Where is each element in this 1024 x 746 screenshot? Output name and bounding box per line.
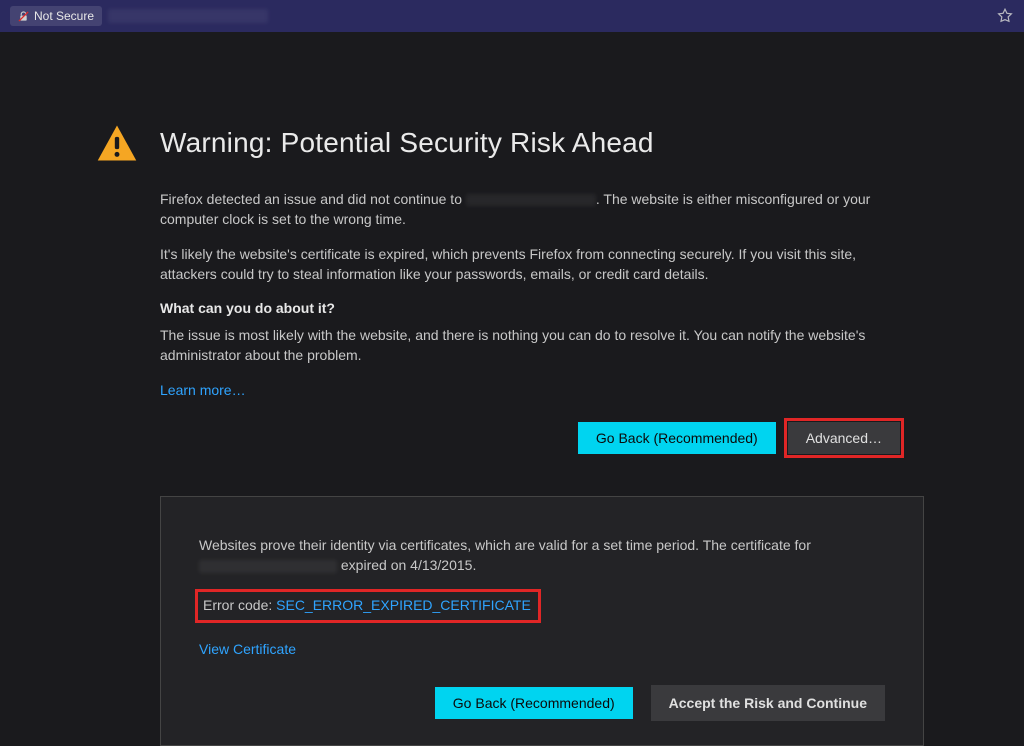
domain-redacted — [466, 194, 596, 206]
panel-text-after: expired on 4/13/2015. — [337, 557, 476, 573]
accept-risk-button[interactable]: Accept the Risk and Continue — [651, 685, 885, 721]
lock-strikethrough-icon — [18, 11, 29, 22]
warning-triangle-icon — [96, 122, 138, 164]
button-row: Go Back (Recommended) Advanced… — [160, 422, 900, 454]
learn-more-link[interactable]: Learn more… — [160, 382, 246, 398]
page-title: Warning: Potential Security Risk Ahead — [160, 127, 654, 159]
error-code-highlight: Error code: SEC_ERROR_EXPIRED_CERTIFICAT… — [199, 593, 537, 619]
url-redacted[interactable] — [108, 9, 268, 23]
paragraph-2: It's likely the website's certificate is… — [160, 245, 900, 284]
para1-before: Firefox detected an issue and did not co… — [160, 191, 466, 207]
address-bar: Not Secure — [0, 0, 1024, 32]
panel-go-back-button[interactable]: Go Back (Recommended) — [435, 687, 633, 719]
error-code-line: Error code: SEC_ERROR_EXPIRED_CERTIFICAT… — [203, 595, 531, 615]
not-secure-badge[interactable]: Not Secure — [10, 6, 102, 26]
paragraph-3: The issue is most likely with the websit… — [160, 326, 900, 365]
panel-domain-redacted — [199, 560, 337, 573]
error-page-content: Warning: Potential Security Risk Ahead F… — [0, 32, 1024, 746]
body-text: Firefox detected an issue and did not co… — [160, 190, 900, 454]
error-code-link[interactable]: SEC_ERROR_EXPIRED_CERTIFICATE — [276, 597, 531, 613]
address-bar-left: Not Secure — [10, 6, 268, 26]
go-back-button[interactable]: Go Back (Recommended) — [578, 422, 776, 454]
panel-text-before: Websites prove their identity via certif… — [199, 537, 811, 553]
subhead: What can you do about it? — [160, 300, 900, 316]
advanced-panel: Websites prove their identity via certif… — [160, 496, 924, 746]
panel-paragraph: Websites prove their identity via certif… — [199, 535, 885, 576]
not-secure-text: Not Secure — [34, 9, 94, 23]
panel-button-row: Go Back (Recommended) Accept the Risk an… — [199, 685, 885, 721]
bookmark-star-icon[interactable] — [996, 7, 1014, 25]
header-row: Warning: Potential Security Risk Ahead — [96, 122, 928, 164]
view-certificate-link[interactable]: View Certificate — [199, 641, 296, 657]
error-code-label: Error code: — [203, 597, 276, 613]
paragraph-1: Firefox detected an issue and did not co… — [160, 190, 900, 229]
advanced-button[interactable]: Advanced… — [788, 422, 900, 454]
